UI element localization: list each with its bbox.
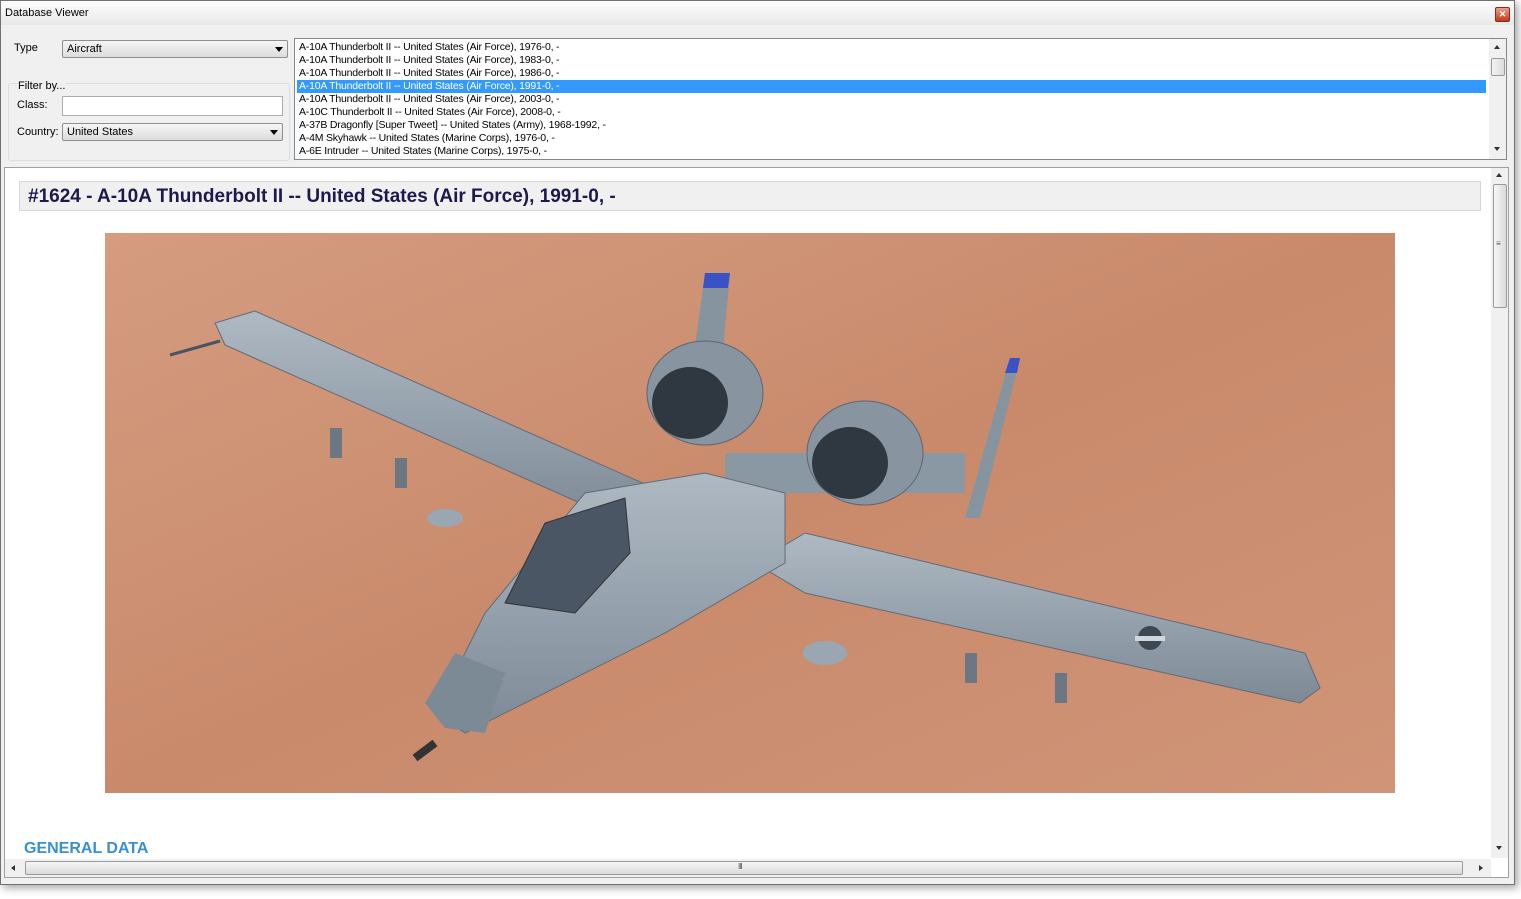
general-data-section-title: GENERAL DATA <box>24 840 149 857</box>
list-item-selected[interactable]: A-10A Thunderbolt II -- United States (A… <box>297 80 1486 93</box>
record-heading: #1624 - A-10A Thunderbolt II -- United S… <box>28 186 616 207</box>
country-label: Country: <box>17 126 59 138</box>
country-combobox[interactable]: United States <box>62 123 283 141</box>
listbox-scroll-thumb[interactable] <box>1491 58 1505 76</box>
detail-vertical-scrollbar[interactable]: ≡ <box>1491 168 1508 858</box>
vertical-scroll-thumb[interactable]: ≡ <box>1493 184 1507 308</box>
list-item[interactable]: A-10C Thunderbolt II -- United States (A… <box>297 106 1486 119</box>
scroll-left-icon[interactable] <box>11 865 15 871</box>
scroll-up-icon[interactable] <box>1496 173 1502 177</box>
horizontal-scroll-thumb[interactable]: III <box>25 861 1463 875</box>
scroll-grip: ≡ <box>1496 239 1501 248</box>
aircraft-photo <box>105 233 1395 793</box>
detail-content: #1624 - A-10A Thunderbolt II -- United S… <box>5 168 1490 858</box>
aircraft-illustration <box>105 233 1395 793</box>
listbox-scrollbar[interactable] <box>1489 39 1506 159</box>
filter-groupbox <box>8 83 290 161</box>
database-viewer-window: Database Viewer ✕ Type Aircraft Filter b… <box>0 0 1515 885</box>
class-input[interactable] <box>62 96 283 116</box>
type-label: Type <box>14 42 38 54</box>
list-item[interactable]: A-37B Dragonfly [Super Tweet] -- United … <box>297 119 1486 132</box>
close-icon[interactable]: ✕ <box>1495 7 1510 22</box>
list-item[interactable]: A-10A Thunderbolt II -- United States (A… <box>297 67 1486 80</box>
list-item[interactable]: A-10A Thunderbolt II -- United States (A… <box>297 54 1486 67</box>
filter-by-label: Filter by... <box>17 80 67 92</box>
type-combobox[interactable]: Aircraft <box>62 40 288 58</box>
type-combobox-value: Aircraft <box>67 43 102 55</box>
combo-arrow-icon <box>275 47 283 52</box>
detail-browser: #1624 - A-10A Thunderbolt II -- United S… <box>4 167 1509 878</box>
scroll-down-icon[interactable] <box>1496 846 1502 850</box>
filter-panel: Type Aircraft Filter by... Class: Countr… <box>8 35 1510 161</box>
scroll-up-icon[interactable] <box>1494 45 1500 49</box>
title-bar[interactable]: Database Viewer ✕ <box>1 1 1514 25</box>
scroll-grip: III <box>738 862 743 871</box>
aircraft-listbox[interactable]: A-10A Thunderbolt II -- United States (A… <box>294 38 1507 160</box>
country-combobox-value: United States <box>67 126 134 138</box>
record-heading-bar: #1624 - A-10A Thunderbolt II -- United S… <box>19 181 1481 211</box>
list-item[interactable]: A-4M Skyhawk -- United States (Marine Co… <box>297 132 1486 145</box>
window-title: Database Viewer <box>5 7 89 19</box>
class-label: Class: <box>17 99 48 111</box>
detail-horizontal-scrollbar[interactable]: III <box>5 859 1491 877</box>
list-item[interactable]: A-10A Thunderbolt II -- United States (A… <box>297 41 1486 54</box>
list-item[interactable]: A-10A Thunderbolt II -- United States (A… <box>297 93 1486 106</box>
scroll-right-icon[interactable] <box>1479 865 1483 871</box>
scroll-down-icon[interactable] <box>1494 147 1500 151</box>
combo-arrow-icon <box>270 130 278 135</box>
list-item[interactable]: A-6E Intruder -- United States (Marine C… <box>297 145 1486 158</box>
